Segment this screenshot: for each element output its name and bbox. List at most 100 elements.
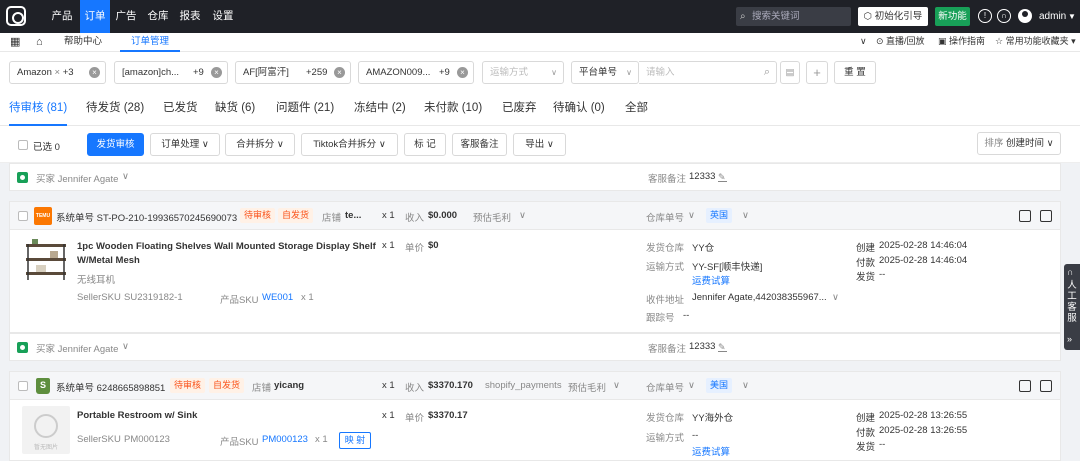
shipping-method-select[interactable]: 运输方式 ∨	[482, 61, 564, 84]
tab-unpaid[interactable]: 未付款 (10)	[424, 92, 482, 126]
tag-remove-icon[interactable]: ×	[52, 67, 63, 78]
select-all-checkbox[interactable]	[18, 140, 28, 150]
product-sku-qty: x 1	[315, 434, 328, 445]
tab-order-management[interactable]: 订单管理	[120, 33, 180, 52]
collapse-icon[interactable]: »	[1067, 334, 1072, 344]
clear-icon[interactable]: ×	[211, 67, 222, 78]
info-icon[interactable]: !	[978, 9, 992, 23]
chevron-down-icon[interactable]: ▼	[1068, 0, 1076, 33]
tab-problem[interactable]: 问题件 (21)	[276, 92, 334, 126]
product-subtitle: 无线耳机	[77, 275, 116, 286]
tab-pending-review[interactable]: 待审核 (81)	[9, 92, 68, 126]
freight-trial-link[interactable]: 运费试算	[692, 273, 730, 287]
filter-tag-store[interactable]: [amazon]ch... +9 ×	[114, 61, 228, 84]
add-filter-icon[interactable]: +	[806, 61, 828, 84]
filter-tag-platform[interactable]: Amazon × +3 ×	[9, 61, 106, 84]
chevron-down-icon[interactable]: ∨	[860, 33, 867, 52]
sort-select[interactable]: 排序 创建时间 ∨	[977, 132, 1061, 155]
nav-settings[interactable]: 设置	[206, 0, 240, 33]
avatar[interactable]	[1018, 9, 1032, 23]
freight-trial-link[interactable]: 运费试算	[692, 444, 730, 458]
order-checkbox[interactable]	[18, 211, 28, 221]
tab-frozen[interactable]: 冻结中 (2)	[354, 92, 406, 126]
init-guide-button[interactable]: ⬡ 初始化引导	[858, 7, 928, 26]
reset-button[interactable]: 重 置	[834, 61, 876, 84]
search-input[interactable]: 请输入 ⌕	[639, 61, 777, 84]
order-header: 系统单号 6248665898851 待审核 自发货 店铺 yicang x 1…	[9, 371, 1061, 400]
chevron-down-icon[interactable]: ∨	[613, 380, 620, 391]
chevron-down-icon[interactable]: ∨	[688, 380, 695, 391]
clear-icon[interactable]: ×	[89, 67, 100, 78]
sort-value: 创建时间	[1006, 138, 1045, 149]
chevron-down-icon[interactable]: ∨	[122, 171, 129, 182]
product-title[interactable]: 1pc Wooden Floating Shelves Wall Mounted…	[77, 240, 377, 268]
home-icon[interactable]: ⌂	[36, 35, 43, 49]
product-image[interactable]	[22, 236, 70, 284]
paid-time: 2025-02-28 14:46:04	[879, 255, 968, 266]
nav-product[interactable]: 产品	[44, 0, 80, 33]
tab-pending-ship[interactable]: 待发货 (28)	[86, 92, 144, 126]
chevron-down-icon[interactable]: ∨	[122, 341, 129, 352]
clear-icon[interactable]: ×	[457, 67, 468, 78]
chevron-down-icon[interactable]: ∨	[519, 210, 526, 221]
paid-label: 付款	[856, 258, 876, 269]
search-icon[interactable]: ⌕	[764, 62, 770, 83]
nav-report[interactable]: 报表	[174, 0, 206, 33]
tiktok-merge-split-button[interactable]: Tiktok合并拆分 ∨	[301, 133, 398, 156]
customer-service-tab[interactable]: ∩ 人工客服 »	[1064, 264, 1080, 350]
shipped-time: --	[879, 269, 886, 280]
save-icon[interactable]	[1040, 210, 1052, 222]
headset-icon: ∩	[1067, 267, 1074, 277]
live-replay-label: 直播/回放	[886, 36, 925, 46]
batch-search-icon[interactable]: ▤	[780, 61, 800, 84]
mark-button[interactable]: 标 记	[404, 133, 446, 156]
tab-all[interactable]: 全部	[625, 92, 648, 126]
top-search-input[interactable]: ⌕ 搜索关键词	[736, 7, 851, 26]
guide-label: 操作指南	[949, 36, 986, 46]
filter-tag-country[interactable]: AF[阿富汗] +259 ×	[235, 61, 351, 84]
product-sku-link[interactable]: WE001	[262, 292, 293, 303]
clear-icon[interactable]: ×	[334, 67, 345, 78]
filter-tag-account[interactable]: AMAZON009... +9 ×	[358, 61, 474, 84]
order-process-button[interactable]: 订单处理 ∨	[150, 133, 220, 156]
guide-link[interactable]: ▣ 操作指南	[938, 33, 985, 52]
merge-split-button[interactable]: 合并拆分 ∨	[225, 133, 295, 156]
order-checkbox[interactable]	[18, 381, 28, 391]
search-detail-icon[interactable]	[1019, 210, 1031, 222]
country-badge: 美国	[706, 378, 733, 393]
headset-icon[interactable]: ∩	[997, 9, 1011, 23]
nav-warehouse[interactable]: 仓库	[142, 0, 174, 33]
nav-order[interactable]: 订单	[80, 0, 110, 33]
chevron-down-icon[interactable]: ∨	[688, 210, 695, 221]
product-image-placeholder[interactable]: 暂无图片	[22, 406, 70, 454]
edit-icon[interactable]: ✎	[718, 173, 727, 182]
ship-review-button[interactable]: 发货审核	[87, 133, 144, 156]
search-detail-icon[interactable]	[1019, 380, 1031, 392]
app-logo-icon[interactable]	[6, 6, 26, 26]
search-field-select[interactable]: 平台单号 ∨	[571, 61, 639, 84]
export-button[interactable]: 导出 ∨	[513, 133, 566, 156]
chevron-down-icon[interactable]: ∨	[832, 292, 839, 303]
tab-to-confirm[interactable]: 待确认 (0)	[553, 92, 605, 126]
created-label: 创建	[856, 243, 876, 254]
live-replay-link[interactable]: ⊙ 直播/回放	[876, 33, 925, 52]
paid-time: 2025-02-28 13:26:55	[879, 425, 968, 436]
chevron-down-icon[interactable]: ∨	[742, 210, 749, 221]
tab-shipped[interactable]: 已发货	[163, 92, 198, 126]
grid-menu-icon[interactable]: ▦	[10, 36, 20, 48]
new-function-button[interactable]: 新功能	[935, 7, 970, 26]
edit-icon[interactable]: ✎	[718, 343, 727, 352]
product-title[interactable]: Portable Restroom w/ Sink	[77, 410, 197, 421]
nav-ads[interactable]: 广告	[110, 0, 142, 33]
save-icon[interactable]	[1040, 380, 1052, 392]
favorites-link[interactable]: ☆ 常用功能收藏夹 ▾	[995, 33, 1076, 52]
price-label: 单价	[405, 243, 425, 254]
cs-note-button[interactable]: 客服备注	[452, 133, 507, 156]
map-button[interactable]: 映 射	[339, 432, 371, 449]
product-sku-link[interactable]: PM000123	[262, 434, 308, 445]
tab-discarded[interactable]: 已废弃	[502, 92, 537, 126]
user-name[interactable]: admin	[1039, 0, 1066, 33]
tab-help-center[interactable]: 帮助中心	[64, 33, 102, 52]
tab-out-of-stock[interactable]: 缺货 (6)	[215, 92, 255, 126]
chevron-down-icon[interactable]: ∨	[742, 380, 749, 391]
